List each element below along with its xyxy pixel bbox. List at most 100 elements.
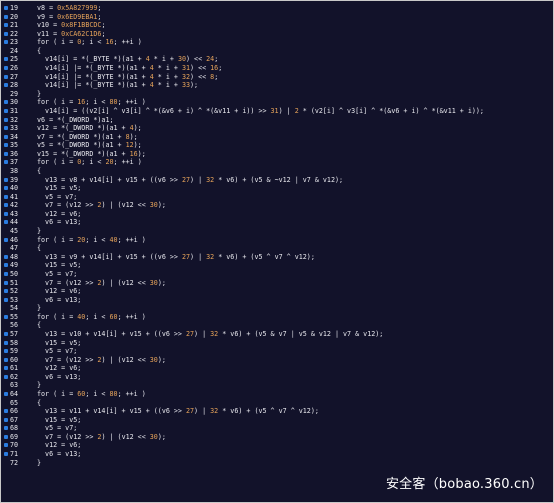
breakpoint-marker-icon[interactable] (4, 366, 8, 371)
breakpoint-marker-icon[interactable] (4, 289, 8, 294)
code-line[interactable]: 55 for ( i = 40; i < 60; ++i ) (1, 313, 553, 322)
code-line[interactable]: 29} (1, 90, 553, 99)
breakpoint-marker-icon[interactable] (4, 203, 8, 208)
code-line[interactable]: 45} (1, 227, 553, 236)
code-line[interactable]: 38 { (1, 167, 553, 176)
breakpoint-marker-icon[interactable] (4, 194, 8, 199)
code-line[interactable]: 37 for ( i = 0; i < 20; ++i ) (1, 158, 553, 167)
breakpoint-marker-icon[interactable] (4, 177, 8, 182)
breakpoint-marker-icon[interactable] (4, 280, 8, 285)
breakpoint-marker-icon[interactable] (4, 66, 8, 71)
code-line[interactable]: 59 v5 = v7; (1, 347, 553, 356)
code-line[interactable]: 48 v13 = v9 + v14[i] + v15 + ((v6 >> 27)… (1, 253, 553, 262)
code-line[interactable]: 42 v7 = (v12 >> 2) | (v12 << 30); (1, 201, 553, 210)
code-line[interactable]: 25 v14[i] = *(_BYTE *)(a1 + 4 * i + 30) … (1, 55, 553, 64)
breakpoint-marker-icon[interactable] (4, 126, 8, 131)
breakpoint-marker-icon[interactable] (4, 108, 8, 113)
code-line[interactable]: 41 v5 = v7; (1, 193, 553, 202)
breakpoint-marker-icon[interactable] (4, 426, 8, 431)
breakpoint-marker-icon[interactable] (4, 297, 8, 302)
breakpoint-marker-icon[interactable] (4, 23, 8, 28)
breakpoint-marker-icon[interactable] (4, 40, 8, 45)
breakpoint-marker-icon[interactable] (4, 271, 8, 276)
code-line[interactable]: 22 v11 = 0xCA62C1D6; (1, 30, 553, 39)
code-line[interactable]: 54} (1, 304, 553, 313)
code-line[interactable]: 68 v5 = v7; (1, 424, 553, 433)
breakpoint-marker-icon[interactable] (4, 357, 8, 362)
breakpoint-marker-icon[interactable] (4, 220, 8, 225)
breakpoint-marker-icon[interactable] (4, 263, 8, 268)
breakpoint-marker-icon[interactable] (4, 143, 8, 148)
breakpoint-marker-icon[interactable] (4, 443, 8, 448)
breakpoint-marker-icon[interactable] (4, 452, 8, 457)
code-line[interactable]: 49 v15 = v5; (1, 261, 553, 270)
code-line[interactable]: 31 v14[i] = ((v2[i] ^ v3[i] ^ *(&v6 + i)… (1, 107, 553, 116)
code-line[interactable]: 64 for ( i = 60; i < 80; ++i ) (1, 390, 553, 399)
code-line[interactable]: 47 { (1, 244, 553, 253)
breakpoint-marker-icon[interactable] (4, 83, 8, 88)
breakpoint-marker-icon[interactable] (4, 211, 8, 216)
code-line[interactable]: 26 v14[i] |= *(_BYTE *)(a1 + 4 * i + 31)… (1, 64, 553, 73)
code-line[interactable]: 43 v12 = v6; (1, 210, 553, 219)
breakpoint-marker-icon[interactable] (4, 100, 8, 105)
code-line[interactable]: 50 v5 = v7; (1, 270, 553, 279)
breakpoint-marker-icon[interactable] (4, 417, 8, 422)
breakpoint-marker-icon[interactable] (4, 340, 8, 345)
breakpoint-marker-icon[interactable] (4, 186, 8, 191)
code-line[interactable]: 30 for ( i = 16; i < 80; ++i ) (1, 98, 553, 107)
breakpoint-marker-icon[interactable] (4, 349, 8, 354)
breakpoint-marker-icon[interactable] (4, 74, 8, 79)
breakpoint-marker-icon[interactable] (4, 374, 8, 379)
code-line[interactable]: 21 v10 = 0x8F1BBCDC; (1, 21, 553, 30)
code-line[interactable]: 60 v7 = (v12 >> 2) | (v12 << 30); (1, 356, 553, 365)
breakpoint-marker-icon[interactable] (4, 237, 8, 242)
code-line[interactable]: 62 v6 = v13; (1, 373, 553, 382)
code-line[interactable]: 57 v13 = v10 + v14[i] + v15 + ((v6 >> 27… (1, 330, 553, 339)
code-line[interactable]: 40 v15 = v5; (1, 184, 553, 193)
breakpoint-marker-icon[interactable] (4, 6, 8, 10)
code-listing[interactable]: 19 v8 = 0x5A827999; 20 v9 = 0x6ED9EBA1; 21 v1… (1, 4, 553, 467)
breakpoint-marker-icon[interactable] (4, 314, 8, 319)
breakpoint-marker-icon[interactable] (4, 254, 8, 259)
code-line[interactable]: 39 v13 = v8 + v14[i] + v15 + ((v6 >> 27)… (1, 176, 553, 185)
code-line[interactable]: 71 v6 = v13; (1, 450, 553, 459)
breakpoint-marker-icon[interactable] (4, 434, 8, 439)
breakpoint-marker-icon[interactable] (4, 117, 8, 122)
code-line[interactable]: 66 v13 = v11 + v14[i] + v15 + ((v6 >> 27… (1, 407, 553, 416)
code-line[interactable]: 72} (1, 459, 553, 468)
breakpoint-marker-icon[interactable] (4, 409, 8, 414)
code-line[interactable]: 24 { (1, 47, 553, 56)
code-line[interactable]: 53 v6 = v13; (1, 296, 553, 305)
code-line[interactable]: 27 v14[i] |= *(_BYTE *)(a1 + 4 * i + 32)… (1, 73, 553, 82)
code-line[interactable]: 20 v9 = 0x6ED9EBA1; (1, 13, 553, 22)
code-line[interactable]: 65 { (1, 399, 553, 408)
code-line[interactable]: 34 v7 = *(_DWORD *)(a1 + 8); (1, 133, 553, 142)
code-line[interactable]: 70 v12 = v6; (1, 441, 553, 450)
code-line[interactable]: 28 v14[i] |= *(_BYTE *)(a1 + 4 * i + 33)… (1, 81, 553, 90)
code-line[interactable]: 23 for ( i = 0; i < 16; ++i ) (1, 38, 553, 47)
code-line[interactable]: 36 v15 = *(_DWORD *)(a1 + 16); (1, 150, 553, 159)
code-line[interactable]: 61 v12 = v6; (1, 364, 553, 373)
code-line[interactable]: 56 { (1, 321, 553, 330)
code-line[interactable]: 51 v7 = (v12 >> 2) | (v12 << 30); (1, 279, 553, 288)
breakpoint-marker-icon[interactable] (4, 160, 8, 165)
pseudocode-view[interactable]: 19 v8 = 0x5A827999; 20 v9 = 0x6ED9EBA1; 21 v1… (0, 0, 554, 503)
code-line[interactable]: 67 v15 = v5; (1, 416, 553, 425)
code-line[interactable]: 32 v6 = *(_DWORD *)a1; (1, 116, 553, 125)
code-line[interactable]: 44 v6 = v13; (1, 218, 553, 227)
code-line[interactable]: 52 v12 = v6; (1, 287, 553, 296)
breakpoint-marker-icon[interactable] (4, 151, 8, 156)
breakpoint-marker-icon[interactable] (4, 331, 8, 336)
code-line[interactable]: 33 v12 = *(_DWORD *)(a1 + 4); (1, 124, 553, 133)
code-line[interactable]: 63} (1, 381, 553, 390)
code-line[interactable]: 58 v15 = v5; (1, 339, 553, 348)
breakpoint-marker-icon[interactable] (4, 14, 8, 19)
code-line[interactable]: 19 v8 = 0x5A827999; (1, 4, 553, 13)
breakpoint-marker-icon[interactable] (4, 392, 8, 397)
code-line[interactable]: 35 v5 = *(_DWORD *)(a1 + 12); (1, 141, 553, 150)
breakpoint-marker-icon[interactable] (4, 57, 8, 62)
breakpoint-marker-icon[interactable] (4, 31, 8, 36)
code-line[interactable]: 69 v7 = (v12 >> 2) | (v12 << 30); (1, 433, 553, 442)
breakpoint-marker-icon[interactable] (4, 134, 8, 139)
code-line[interactable]: 46 for ( i = 20; i < 40; ++i ) (1, 236, 553, 245)
